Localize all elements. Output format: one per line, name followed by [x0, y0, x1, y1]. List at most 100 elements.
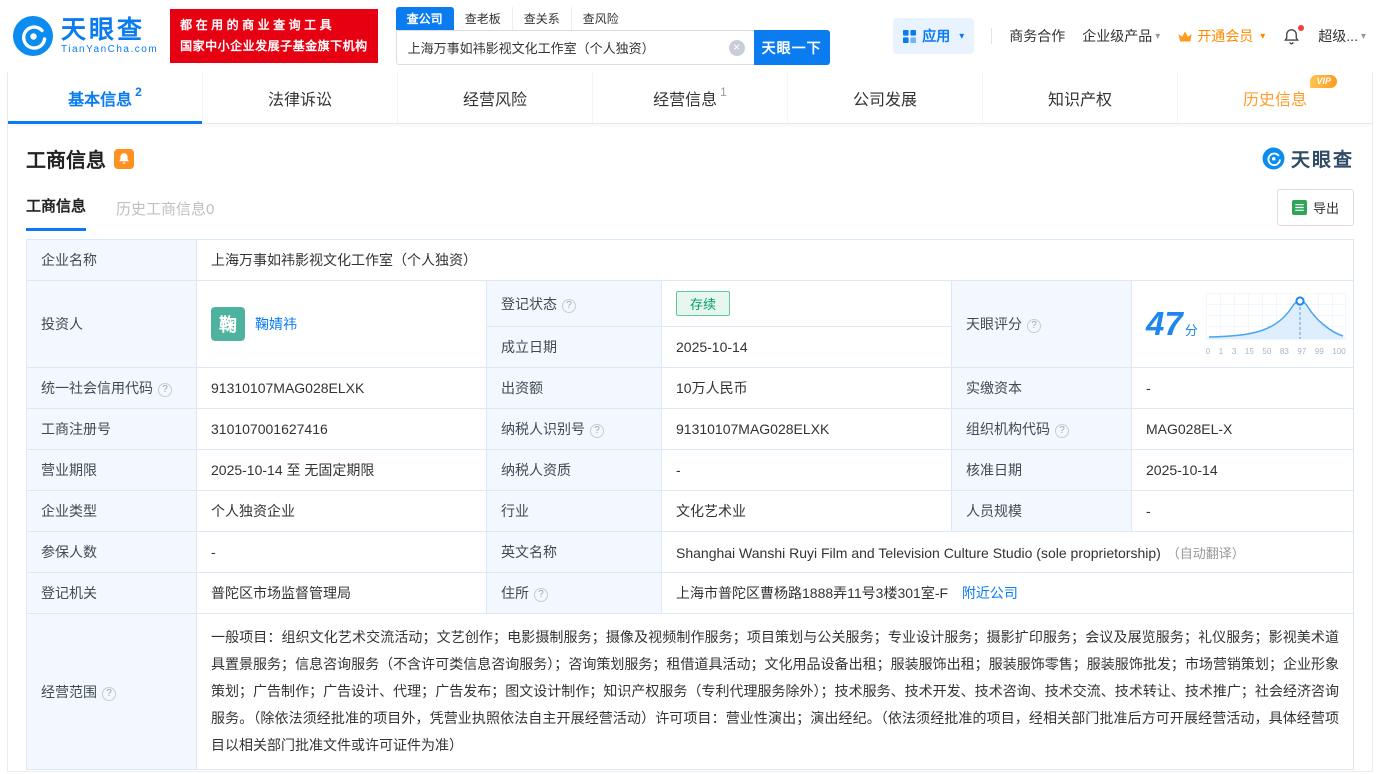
chevron-down-icon: ▾	[1260, 30, 1266, 42]
export-button[interactable]: 导出	[1276, 189, 1354, 226]
tab-company-development-label: 公司发展	[852, 91, 917, 109]
field-value-staff-size: -	[1131, 490, 1354, 532]
apps-menu-label: 应用	[922, 28, 951, 44]
tab-basic-info-label: 基本信息	[68, 91, 133, 109]
help-icon[interactable]: ?	[1055, 424, 1069, 438]
field-label-company-name: 企业名称	[26, 239, 197, 281]
field-label-business-scope: 经营范围?	[26, 613, 197, 770]
search-tab-risk[interactable]: 查风险	[572, 7, 630, 30]
tianyancha-logo[interactable]: 天眼查 TianYanCha.com	[12, 15, 158, 57]
search-tab-boss[interactable]: 查老板	[454, 7, 513, 30]
tab-legal-proceedings[interactable]: 法律诉讼	[202, 72, 397, 123]
field-value-registration-authority: 普陀区市场监督管理局	[196, 572, 487, 614]
field-value-capital: 10万人民币	[661, 367, 952, 409]
nearby-companies-link[interactable]: 附近公司	[962, 585, 1018, 601]
table-row: 参保人数 - 英文名称 Shanghai Wanshi Ruyi Film an…	[26, 531, 1354, 573]
help-icon[interactable]: ?	[590, 424, 604, 438]
field-label-staff-size: 人员规模	[951, 490, 1132, 532]
nav-enterprise-products[interactable]: 企业级产品 ▾	[1082, 26, 1160, 46]
search-input[interactable]	[395, 30, 754, 65]
field-label-investor: 投资人	[26, 280, 197, 368]
subtab-business-info[interactable]: 工商信息	[26, 195, 87, 231]
field-label-address: 住所?	[486, 572, 662, 614]
field-label-registration-number: 工商注册号	[26, 408, 197, 450]
help-icon[interactable]: ?	[562, 298, 576, 313]
table-row: 企业名称 上海万事如祎影视文化工作室（个人独资）	[26, 239, 1354, 281]
field-label-taxpayer-quality: 纳税人资质	[486, 449, 662, 491]
tab-operating-info[interactable]: 经营信息 1	[592, 72, 787, 123]
field-label-score: 天眼评分?	[951, 280, 1132, 368]
field-value-registration-status: 存续	[661, 280, 952, 327]
score-chart: 0 1 3 15 50 83 97 99 100	[1205, 292, 1347, 356]
search-tab-relation[interactable]: 查关系	[513, 7, 572, 30]
field-label-establish-date: 成立日期	[486, 326, 662, 368]
field-label-org-code: 组织机构代码?	[951, 408, 1132, 450]
nav-user-menu[interactable]: 超级... ▾	[1318, 26, 1366, 46]
field-value-business-term: 2025-10-14 至 无固定期限	[196, 449, 487, 491]
watermark-text: 天眼查	[1290, 150, 1354, 171]
field-value-insured-count: -	[196, 531, 487, 573]
nav-open-membership[interactable]: 开通会员 ▾	[1177, 26, 1265, 46]
export-excel-icon	[1291, 200, 1307, 215]
tab-basic-info-count: 2	[135, 84, 142, 99]
field-label-business-term: 营业期限	[26, 449, 197, 491]
field-label-industry: 行业	[486, 490, 662, 532]
tianyancha-logo-icon	[13, 16, 53, 56]
monitor-bell-icon[interactable]	[114, 148, 134, 169]
tab-intellectual-property[interactable]: 知识产权	[982, 72, 1177, 123]
clear-search-icon[interactable]: ×	[728, 39, 745, 56]
tab-operating-info-count: 1	[720, 84, 727, 99]
tab-history-info[interactable]: 历史信息 VIP	[1177, 72, 1372, 123]
notification-bell-icon[interactable]	[1282, 24, 1305, 46]
field-value-establish-date: 2025-10-14	[661, 326, 952, 368]
chevron-down-icon: ▾	[1155, 30, 1161, 42]
help-icon[interactable]: ?	[158, 383, 172, 397]
watermark-logo-icon	[1262, 147, 1285, 170]
investor-avatar[interactable]: 鞠	[211, 307, 245, 341]
slogan-line1: 都在用的商业查询工具	[180, 18, 336, 32]
subtab-history-business-info[interactable]: 历史工商信息0	[116, 198, 214, 231]
help-icon[interactable]: ?	[1027, 319, 1041, 333]
search-tab-bar: 查公司 查老板 查关系 查风险	[395, 7, 830, 30]
search-box: × 天眼一下	[395, 30, 830, 65]
field-label-taxpayer-id: 纳税人识别号?	[486, 408, 662, 450]
help-icon[interactable]: ?	[534, 588, 548, 602]
tab-operating-risk-label: 经营风险	[462, 91, 527, 109]
nav-open-membership-label: 开通会员	[1197, 28, 1254, 44]
field-value-approval-date: 2025-10-14	[1131, 449, 1354, 491]
apps-menu-button[interactable]: 应用 ▾	[893, 18, 975, 54]
field-value-industry: 文化艺术业	[661, 490, 952, 532]
subtab-bar: 工商信息 历史工商信息0 导出	[26, 189, 1354, 231]
auto-translate-note: （自动翻译）	[1166, 545, 1245, 561]
table-row: 企业类型 个人独资企业 行业 文化艺术业 人员规模 -	[26, 490, 1354, 532]
brand-name: 天眼查	[61, 16, 146, 45]
tab-company-development[interactable]: 公司发展	[787, 72, 982, 123]
crown-icon	[1178, 31, 1192, 42]
table-row: 投资人 鞠 鞠婧祎 登记状态? 存续 天眼评分? 47 分 0 1 3 15 5…	[26, 280, 1354, 368]
slogan-line2: 国家中小企业发展子基金旗下机构	[180, 39, 368, 53]
field-value-score[interactable]: 47 分 0 1 3 15 50 83 97 99 100	[1131, 280, 1354, 368]
field-label-registration-status: 登记状态?	[486, 280, 662, 327]
nav-business-cooperation[interactable]: 商务合作	[1009, 26, 1065, 46]
tab-basic-info[interactable]: 基本信息 2	[8, 72, 202, 124]
business-info-table: 企业名称 上海万事如祎影视文化工作室（个人独资） 投资人 鞠 鞠婧祎 登记状态?…	[26, 239, 1354, 770]
content-frame: 基本信息 2 法律诉讼 经营风险 经营信息 1 公司发展 知识产权 历史信息 V…	[7, 72, 1373, 772]
field-label-company-type: 企业类型	[26, 490, 197, 532]
field-value-investor: 鞠 鞠婧祎	[196, 280, 487, 368]
export-button-label: 导出	[1312, 201, 1339, 216]
field-label-credit-code: 统一社会信用代码?	[26, 367, 197, 409]
help-icon[interactable]: ?	[102, 686, 116, 701]
table-row: 登记机关 普陀区市场监督管理局 住所? 上海市普陀区曹杨路1888弄11号3楼3…	[26, 572, 1354, 614]
investor-name-link[interactable]: 鞠婧祎	[255, 314, 297, 334]
main-content: 工商信息 天眼查 工商信息 历史工商信息0 导出 企业名称 上海万事如祎影视文化…	[8, 124, 1372, 770]
search-tab-company[interactable]: 查公司	[395, 7, 454, 30]
field-value-org-code: MAG028EL-X	[1131, 408, 1354, 450]
field-value-taxpayer-id: 91310107MAG028ELXK	[661, 408, 952, 450]
score-axis: 0 1 3 15 50 83 97 99 100	[1205, 346, 1346, 356]
tab-operating-risk[interactable]: 经营风险	[397, 72, 592, 123]
status-badge: 存续	[676, 291, 731, 316]
main-tab-bar: 基本信息 2 法律诉讼 经营风险 经营信息 1 公司发展 知识产权 历史信息 V…	[8, 72, 1372, 124]
search-button[interactable]: 天眼一下	[753, 30, 830, 65]
section-header: 工商信息 天眼查	[26, 144, 1354, 173]
field-value-registration-number: 310107001627416	[196, 408, 487, 450]
